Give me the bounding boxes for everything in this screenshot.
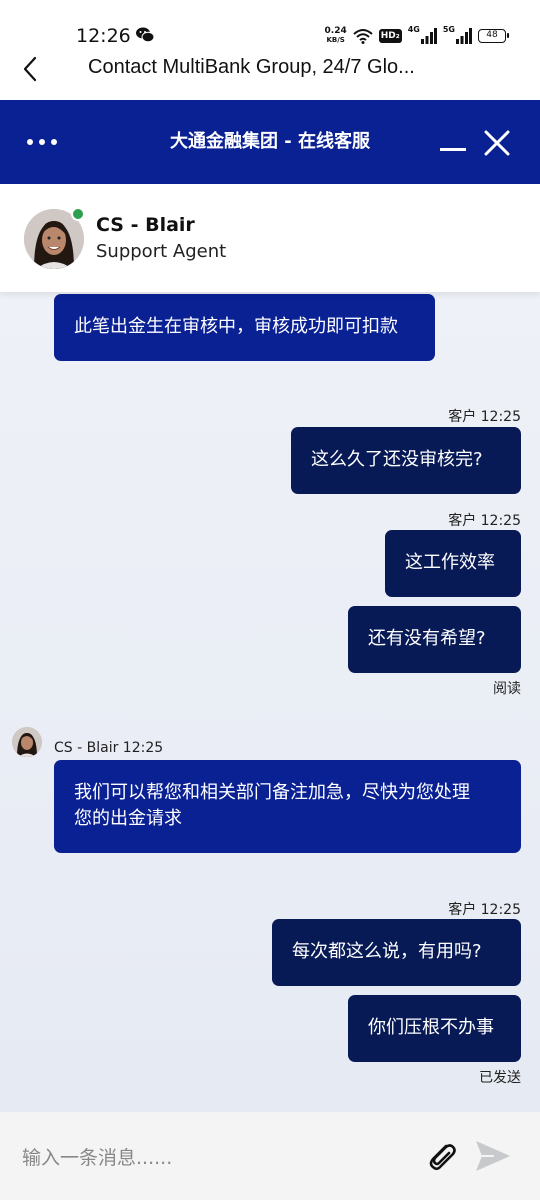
back-arrow-icon[interactable] [16,54,46,84]
signal-label-4g: 4G [407,25,420,34]
read-status: 阅读 [493,681,521,697]
paperclip-icon[interactable] [424,1138,460,1174]
message-input[interactable] [22,1142,402,1174]
signal-icon [420,28,437,44]
send-icon[interactable] [474,1138,512,1174]
avatar [12,727,42,757]
signal-icon [456,28,472,44]
agent-message-bubble: 我们可以帮您和相关部门备注加急，尽快为您处理 您的出金请求 [54,760,521,853]
message-meta: CS - Blair 12:25 [54,740,164,756]
message-meta: 客户 12:25 [448,409,521,425]
battery-icon: 48 [478,29,509,43]
chat-header: 大通金融集团 - 在线客服 [0,100,540,184]
network-speed: 0.24 KB/S [324,26,347,45]
customer-message-bubble: 这工作效率 [385,530,521,597]
status-time: 12:26 [76,25,131,47]
customer-message-bubble: 还有没有希望? [348,606,521,673]
status-bar: 12:26 0.24 KB/S HD₂ 4G 5G 48 [0,0,540,50]
message-composer [0,1112,540,1200]
agent-name: CS - Blair [96,214,195,236]
wechat-icon [136,27,154,43]
message-meta: 客户 12:25 [448,902,521,918]
browser-bar: Contact MultiBank Group, 24/7 Glo... [0,50,540,100]
customer-message-bubble: 每次都这么说，有用吗? [272,919,521,986]
browser-page-title: Contact MultiBank Group, 24/7 Glo... [88,56,415,78]
online-status-dot [71,207,85,221]
message-line: 您的出金请求 [74,808,182,829]
status-indicators: 0.24 KB/S HD₂ 4G 5G 48 [324,25,509,47]
message-list[interactable]: 此笔出金生在审核中，审核成功即可扣款 客户 12:25 这么久了还没审核完? 客… [0,292,540,1112]
agent-role: Support Agent [96,241,227,262]
hd-badge: HD₂ [378,29,402,43]
minimize-icon[interactable] [438,128,468,156]
customer-message-bubble: 你们压根不办事 [348,995,521,1062]
sent-status: 已发送 [479,1070,521,1086]
close-icon[interactable] [482,128,512,158]
agent-card: CS - Blair Support Agent [0,184,540,292]
message-meta: 客户 12:25 [448,513,521,529]
customer-message-bubble: 这么久了还没审核完? [291,427,521,494]
signal-label-5g: 5G [442,25,455,34]
wifi-icon [353,29,373,44]
message-line: 我们可以帮您和相关部门备注加急，尽快为您处理 [74,782,470,803]
agent-message-bubble: 此笔出金生在审核中，审核成功即可扣款 [54,294,435,361]
